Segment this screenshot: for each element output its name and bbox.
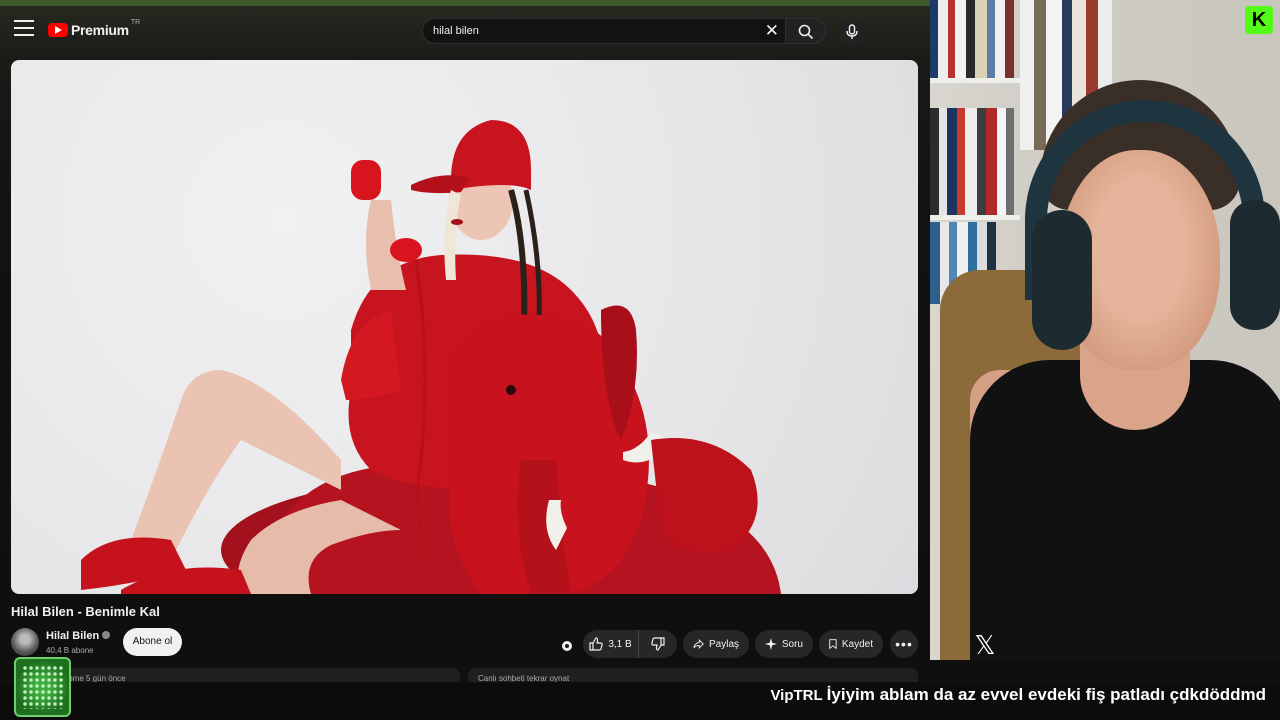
ask-label: Soru (781, 638, 803, 650)
subscriber-count: 40,4 B abone (46, 646, 94, 655)
dislike-icon (651, 637, 665, 651)
search-button[interactable] (786, 18, 826, 44)
video-title: Hilal Bilen - Benimle Kal (11, 604, 160, 619)
webcam-overlay: K 𝕏 (930, 0, 1280, 660)
kick-logo-icon: K (1245, 6, 1273, 34)
search-icon (798, 24, 814, 40)
search-query: hilal bilen (433, 25, 479, 37)
sparkle-icon (765, 638, 777, 650)
youtube-logo-icon (48, 23, 68, 37)
verified-icon (102, 631, 111, 639)
like-button[interactable]: 3,1 B (583, 630, 639, 658)
books-row (930, 108, 1020, 215)
more-icon: ••• (895, 636, 913, 652)
headphones-earcup (1230, 200, 1280, 330)
description-card[interactable]: ...ilome 5 gün önce (48, 668, 460, 682)
channel-name-row[interactable]: Hilal Bilen (46, 630, 111, 642)
ask-button[interactable]: Soru (755, 630, 813, 658)
ticker-message: İyiyim ablam da az evvel evdeki fiş patl… (826, 685, 1266, 704)
share-label: Paylaş (708, 638, 739, 650)
live-chat-replay-text: Canlı sohbeti tekrar oynat (478, 674, 570, 682)
dislike-button[interactable] (639, 630, 677, 658)
ticker-message-row: VipTRL İyiyim ablam da az evvel evdeki fi… (770, 685, 1266, 705)
like-count: 3,1 B (608, 638, 632, 650)
youtube-logo[interactable]: Premium TR (48, 18, 141, 40)
chat-ticker: VipTRL İyiyim ablam da az evvel evdeki fi… (0, 683, 1280, 720)
clear-icon[interactable]: ✕ (765, 21, 779, 41)
like-dislike-group: 3,1 B (583, 630, 677, 658)
headphones-earcup (1032, 210, 1092, 350)
subscribe-button[interactable]: Abone ol (123, 628, 182, 656)
shelf-board (930, 215, 1020, 220)
live-chat-replay-card[interactable]: Canlı sohbeti tekrar oynat (468, 668, 918, 682)
search-input[interactable]: hilal bilen ✕ (422, 18, 786, 44)
ticker-username: VipTRL (770, 687, 823, 704)
channel-avatar[interactable] (11, 628, 39, 656)
video-player[interactable] (11, 60, 918, 594)
x-logo-icon: 𝕏 (974, 630, 996, 660)
save-button[interactable]: Kaydet (819, 630, 883, 658)
menu-icon[interactable] (14, 20, 34, 36)
settings-gear-icon[interactable] (559, 638, 575, 654)
books-row (930, 0, 1020, 78)
voice-search-button[interactable] (838, 18, 866, 46)
like-icon (589, 637, 604, 651)
country-code: TR (130, 18, 141, 26)
shelf-board (930, 78, 1030, 83)
video-frame-illustration (81, 120, 781, 594)
channel-name: Hilal Bilen (46, 630, 100, 642)
save-label: Kaydet (841, 638, 873, 650)
share-button[interactable]: Paylaş (683, 630, 749, 658)
youtube-window: Premium TR hilal bilen ✕ Hilal Bilen - B… (0, 0, 930, 683)
more-actions-button[interactable]: ••• (890, 630, 918, 658)
share-icon (693, 638, 704, 650)
channel-badge-icon (14, 657, 71, 717)
youtube-topbar: Premium TR hilal bilen ✕ (0, 6, 930, 56)
mic-icon (846, 24, 858, 39)
bookmark-icon (829, 639, 837, 650)
brand-label: Premium (71, 22, 129, 38)
